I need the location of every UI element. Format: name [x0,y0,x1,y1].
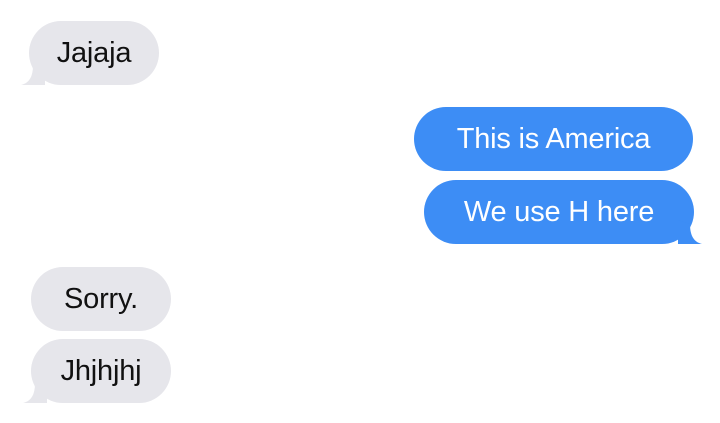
message-text: We use H here [463,195,655,228]
received-message-bubble[interactable]: Jhjhjhj [23,339,171,403]
message-text: Jajaja [56,36,132,69]
bubble-tail-icon [678,220,702,244]
received-message-bubble[interactable]: Sorry. [31,267,171,331]
received-message-bubble[interactable]: Jajaja [21,21,159,85]
sent-message-bubble[interactable]: This is America [414,107,693,171]
bubble-tail-icon [23,379,47,403]
bubble-tail-icon [21,61,45,85]
message-text: Sorry. [64,282,138,315]
sent-message-bubble[interactable]: We use H here [424,180,702,244]
message-thread: Jajaja This is America We use H here Sor… [0,0,720,423]
message-text: This is America [456,122,651,155]
message-text: Jhjhjhj [60,354,142,387]
